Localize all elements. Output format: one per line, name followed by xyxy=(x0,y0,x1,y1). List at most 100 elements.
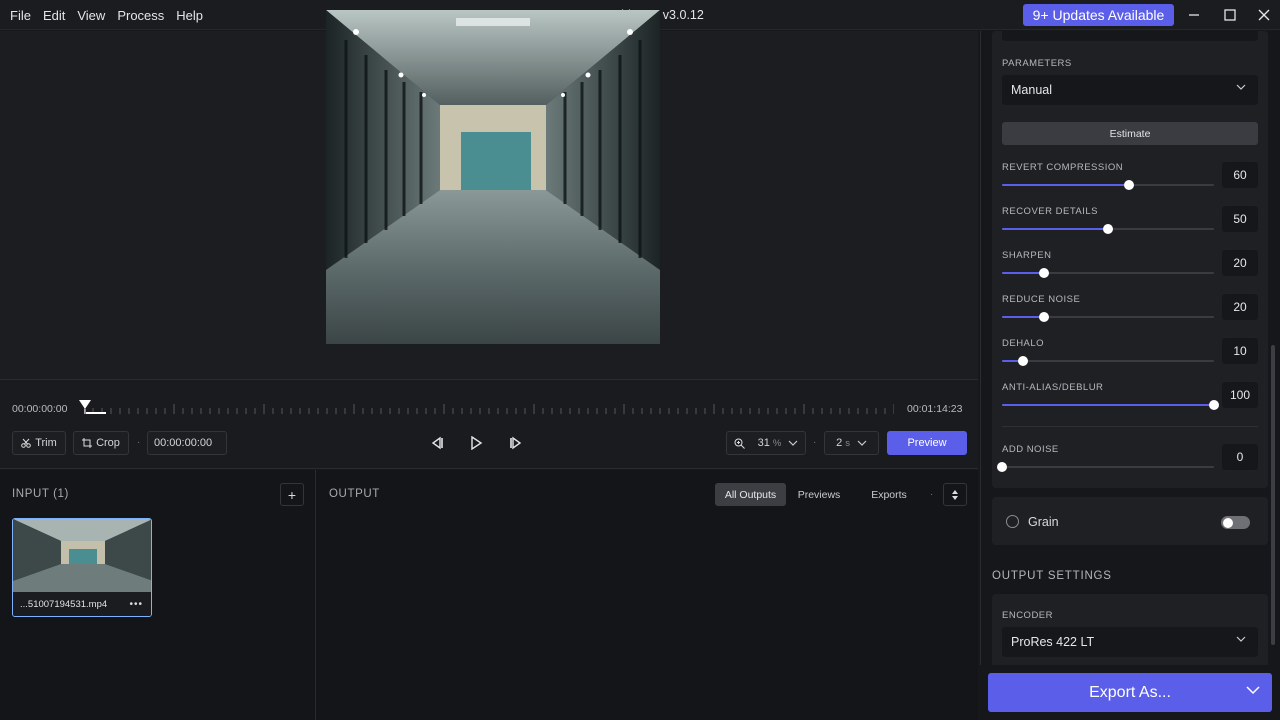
slider-value-field[interactable]: 60 xyxy=(1222,162,1258,188)
maximize-button[interactable] xyxy=(1213,0,1247,30)
chevron-down-icon xyxy=(857,440,867,446)
video-frame xyxy=(326,10,660,344)
slider-fill xyxy=(1002,404,1214,406)
grain-radio[interactable] xyxy=(1006,515,1019,528)
slider-label: ADD NOISE xyxy=(1002,444,1059,455)
slider-divider xyxy=(1002,426,1258,427)
preview-length-value: 2 xyxy=(836,437,843,449)
zoom-dropdown[interactable]: 31 % xyxy=(726,431,806,455)
next-frame-button[interactable] xyxy=(507,434,525,452)
thumbnail-image xyxy=(13,519,151,594)
menu-edit[interactable]: Edit xyxy=(43,8,71,23)
menu-process[interactable]: Process xyxy=(117,8,170,23)
trim-label: Trim xyxy=(35,437,57,449)
menu-help[interactable]: Help xyxy=(176,8,209,23)
timeline-scrubber[interactable] xyxy=(84,404,894,414)
slider-value-field[interactable]: 50 xyxy=(1222,206,1258,232)
preview-length-unit: s xyxy=(845,437,850,449)
separator-dot-2: · xyxy=(813,437,817,448)
play-icon xyxy=(471,436,483,450)
parameters-label: PARAMETERS xyxy=(1002,58,1072,69)
close-icon xyxy=(1258,9,1270,21)
slider-label: ANTI-ALIAS/DEBLUR xyxy=(1002,382,1104,393)
add-input-button[interactable]: + xyxy=(280,483,304,506)
step-back-icon xyxy=(431,436,443,450)
slider-fill xyxy=(1002,316,1045,318)
plus-icon: + xyxy=(287,486,297,503)
slider-track[interactable] xyxy=(1002,224,1214,234)
model-select-partial[interactable] xyxy=(1002,31,1258,41)
slider-track[interactable] xyxy=(1002,400,1219,410)
timeline-start-time: 00:00:00:00 xyxy=(12,403,68,415)
separator-dot: · xyxy=(137,437,141,448)
preview-button[interactable]: Preview xyxy=(887,431,967,455)
chevron-down-icon xyxy=(1236,84,1246,90)
output-settings-title: OUTPUT SETTINGS xyxy=(992,570,1112,582)
timeline-progress xyxy=(86,412,106,414)
crop-label: Crop xyxy=(96,437,120,449)
updates-button[interactable]: 9+ Updates Available xyxy=(1023,4,1174,26)
encoder-dropdown[interactable]: ProRes 422 LT xyxy=(1002,627,1258,657)
sort-button[interactable] xyxy=(943,483,967,506)
slider-fill xyxy=(1002,272,1045,274)
separator-dot-3: · xyxy=(930,489,934,500)
output-title: OUTPUT xyxy=(329,488,380,500)
slider-track[interactable] xyxy=(1002,180,1214,190)
menu-view[interactable]: View xyxy=(77,8,111,23)
slider-fill xyxy=(1002,228,1108,230)
zoom-value: 31 xyxy=(757,437,770,449)
tab-exports[interactable]: Exports xyxy=(856,483,922,506)
toggle-knob xyxy=(1223,517,1233,528)
slider-handle[interactable] xyxy=(997,462,1007,472)
export-label: Export As... xyxy=(1089,683,1171,701)
tab-previews[interactable]: Previews xyxy=(786,483,852,506)
slider-value-field[interactable]: 20 xyxy=(1222,250,1258,276)
preview-length-dropdown[interactable]: 2 s xyxy=(824,431,879,455)
trim-button[interactable]: Trim xyxy=(12,431,66,455)
menu-bar: File Edit View Process Help xyxy=(10,0,215,30)
slider-value-field[interactable]: 100 xyxy=(1222,382,1258,408)
close-button[interactable] xyxy=(1247,0,1280,30)
slider-fill xyxy=(1002,184,1130,186)
zoom-icon xyxy=(734,438,745,449)
step-forward-icon xyxy=(510,436,522,450)
minimize-button[interactable] xyxy=(1177,0,1211,30)
slider-handle[interactable] xyxy=(1209,400,1219,410)
sort-icon xyxy=(952,489,958,500)
input-title: INPUT (1) xyxy=(12,488,69,500)
crop-icon xyxy=(82,438,93,448)
slider-value-field[interactable]: 20 xyxy=(1222,294,1258,320)
slider-label: DEHALO xyxy=(1002,338,1045,349)
play-button[interactable] xyxy=(467,434,485,452)
parameters-dropdown[interactable]: Manual xyxy=(1002,75,1258,105)
slider-value-field[interactable]: 10 xyxy=(1222,338,1258,364)
slider-label: SHARPEN xyxy=(1002,250,1052,261)
estimate-button[interactable]: Estimate xyxy=(1002,122,1258,145)
slider-track[interactable] xyxy=(1002,356,1214,366)
app-window: File Edit View Process Help Topaz Video … xyxy=(0,0,1280,720)
encoder-value: ProRes 422 LT xyxy=(1011,635,1095,649)
tab-all-outputs[interactable]: All Outputs xyxy=(715,483,786,506)
slider-value-field[interactable]: 0 xyxy=(1222,444,1258,470)
input-file-thumbnail[interactable]: ...51007194531.mp4 ••• xyxy=(12,518,152,617)
chevron-down-icon[interactable] xyxy=(1246,686,1260,695)
scissors-icon xyxy=(21,438,32,448)
more-options-icon[interactable]: ••• xyxy=(129,599,143,610)
encoder-label: ENCODER xyxy=(1002,610,1054,621)
slider-track[interactable] xyxy=(1002,312,1214,322)
slider-handle[interactable] xyxy=(1103,224,1113,234)
chevron-down-icon xyxy=(1236,636,1246,642)
maximize-icon xyxy=(1224,9,1236,21)
slider-track[interactable] xyxy=(997,462,1214,472)
menu-file[interactable]: File xyxy=(10,8,37,23)
minimize-icon xyxy=(1189,14,1199,16)
crop-button[interactable]: Crop xyxy=(73,431,129,455)
settings-scrollbar[interactable] xyxy=(1271,345,1275,645)
grain-toggle[interactable] xyxy=(1221,516,1250,529)
export-as-button[interactable]: Export As... xyxy=(988,673,1272,712)
current-time-field[interactable]: 00:00:00:00 xyxy=(147,431,227,455)
grain-label: Grain xyxy=(1028,515,1059,529)
previous-frame-button[interactable] xyxy=(428,434,446,452)
slider-track[interactable] xyxy=(1002,268,1214,278)
timeline-end-time: 00:01:14:23 xyxy=(907,403,963,415)
